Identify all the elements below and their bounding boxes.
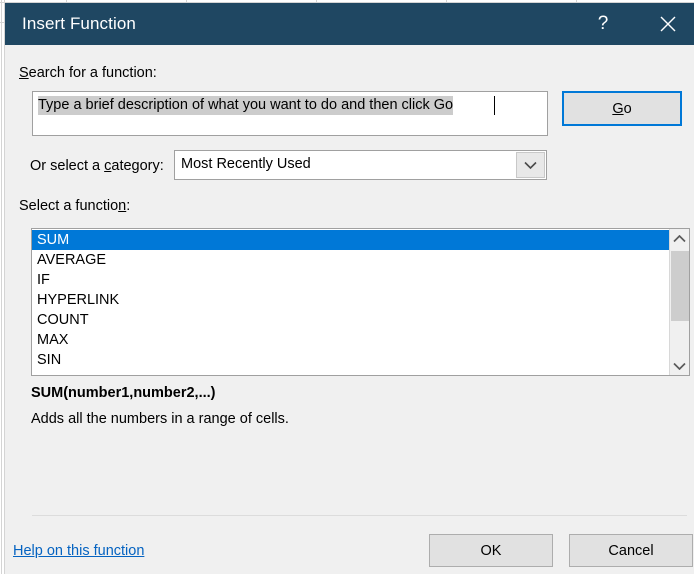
- category-selected-value: Most Recently Used: [181, 156, 311, 172]
- list-item[interactable]: MAX: [32, 330, 670, 350]
- help-on-this-function-link[interactable]: Help on this function: [13, 543, 144, 559]
- chevron-down-icon[interactable]: [516, 152, 545, 178]
- function-list-label-prefix: Select a functio: [19, 198, 119, 214]
- list-item[interactable]: IF: [32, 270, 670, 290]
- function-list: SUM AVERAGE IF HYPERLINK COUNT MAX SIN: [32, 229, 670, 370]
- ok-button[interactable]: OK: [429, 534, 553, 567]
- list-item[interactable]: SIN: [32, 350, 670, 370]
- go-button[interactable]: Go: [562, 91, 682, 126]
- list-item[interactable]: SUM: [32, 230, 670, 250]
- go-button-label: o: [623, 100, 632, 117]
- scroll-down-icon[interactable]: [670, 356, 689, 375]
- footer-divider: [32, 515, 687, 516]
- list-item[interactable]: HYPERLINK: [32, 290, 670, 310]
- search-label-accel: S: [19, 65, 29, 81]
- help-question-icon[interactable]: ?: [581, 3, 625, 45]
- category-label-rest: ategory:: [111, 158, 164, 174]
- dialog-title: Insert Function: [22, 14, 136, 33]
- dialog-titlebar: Insert Function ?: [5, 3, 694, 45]
- list-item[interactable]: AVERAGE: [32, 250, 670, 270]
- go-button-accel: G: [612, 100, 624, 117]
- category-label-prefix: Or select a: [30, 158, 105, 174]
- search-label-rest: earch for a function:: [28, 65, 157, 81]
- dialog-body: Search for a function: Type a brief desc…: [5, 45, 694, 574]
- close-icon[interactable]: [646, 3, 690, 45]
- scrollbar-thumb[interactable]: [671, 251, 689, 321]
- insert-function-dialog: Insert Function ? Search for a function:…: [5, 3, 694, 574]
- list-item[interactable]: COUNT: [32, 310, 670, 330]
- grid-line: [1, 0, 2, 574]
- search-input[interactable]: Type a brief description of what you wan…: [32, 91, 548, 136]
- function-list-scrollbar[interactable]: [669, 229, 689, 375]
- function-list-label: Select a function:: [19, 198, 130, 214]
- scroll-up-icon[interactable]: [670, 229, 689, 248]
- cancel-button[interactable]: Cancel: [569, 534, 693, 567]
- search-label: Search for a function:: [19, 65, 157, 81]
- function-list-label-rest: :: [126, 198, 131, 214]
- category-label: Or select a category:: [30, 158, 164, 174]
- search-input-value: Type a brief description of what you wan…: [38, 96, 454, 115]
- function-listbox[interactable]: SUM AVERAGE IF HYPERLINK COUNT MAX SIN: [31, 228, 690, 376]
- function-signature: SUM(number1,number2,...): [31, 385, 216, 401]
- function-description: Adds all the numbers in a range of cells…: [31, 411, 289, 427]
- text-cursor: [494, 96, 495, 115]
- category-select[interactable]: Most Recently Used: [174, 150, 547, 180]
- help-question-glyph: ?: [597, 13, 609, 34]
